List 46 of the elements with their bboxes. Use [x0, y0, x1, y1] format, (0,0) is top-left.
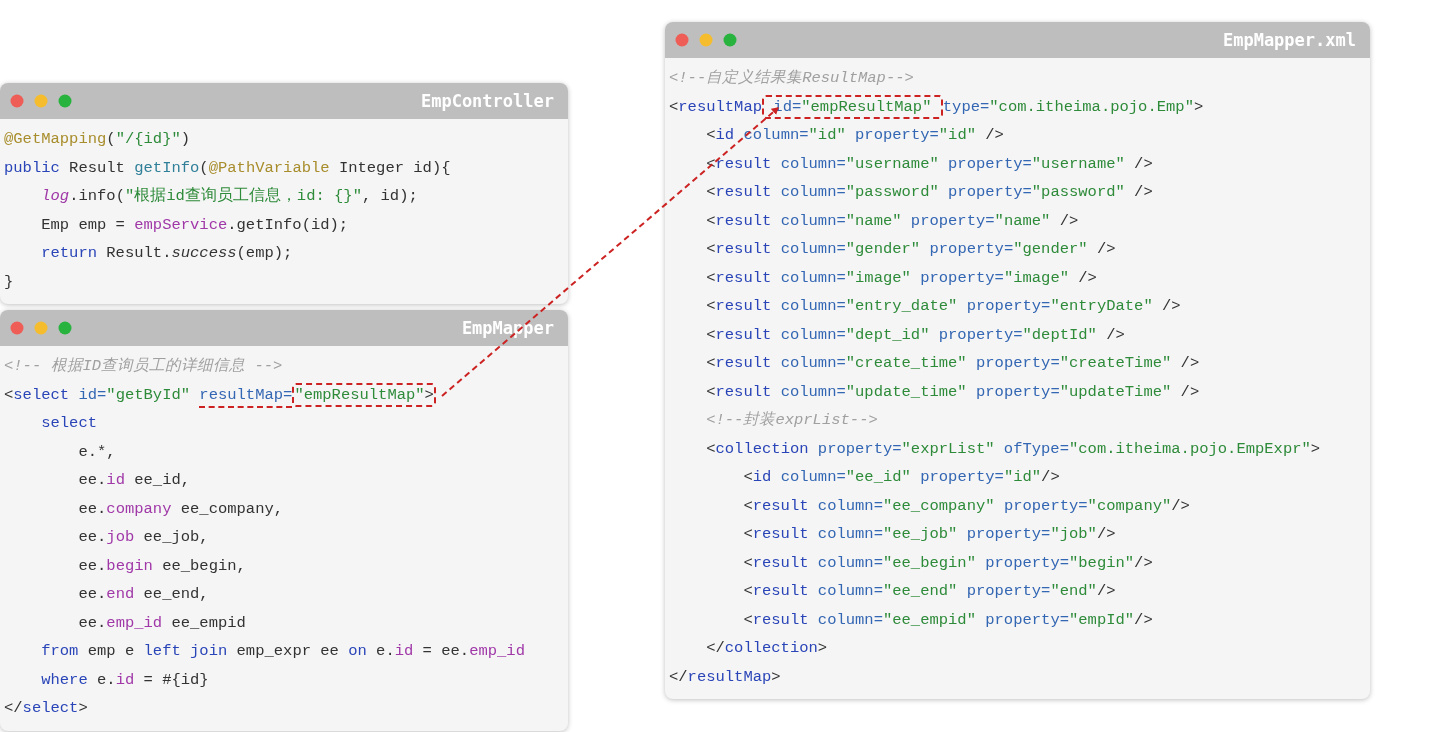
code-line: return Result.success(emp); [40, 243, 293, 264]
code-line: from emp e left join emp_expr ee on e.id = ee.emp_id [40, 641, 525, 662]
code-line: <result column="ee_end" property="end"/> [742, 581, 1116, 602]
code-line: <result column="password" property="password" /> [705, 182, 1153, 203]
code-line: <result column="create_time" property="createTime" /> [705, 353, 1200, 374]
window-title: EmpMapper.xml [1222, 30, 1356, 50]
code-line: <result column="update_time" property="updateTime" /> [705, 381, 1200, 403]
code-line: <result column="name" property="name" /> [705, 210, 1079, 232]
code-line: ee.end ee_end, [77, 584, 209, 605]
code-line: <result column="ee_company" property="company"/> [742, 495, 1190, 517]
code-line: ee.company ee_company, [77, 498, 284, 520]
code-line: ee.id ee_id, [77, 470, 191, 491]
code-line: <result column="ee_begin" property="begin"/> [742, 552, 1153, 574]
code-line: where e.id = #{id} [40, 669, 209, 691]
code-line: </select> [4, 698, 88, 719]
code-line: <collection property="exprList" ofType="com.itheima.pojo.EmpExpr"> [705, 438, 1321, 460]
code-line: log.info("根据id查询员工信息，id: {}", id); [40, 186, 418, 207]
code-line: Emp emp = empService.getInfo(id); [40, 214, 349, 236]
window-title: EmpMapper [461, 318, 554, 338]
window-controls-icon[interactable] [10, 94, 74, 108]
code-line: <!-- 根据ID查询员工的详细信息 --> [4, 356, 283, 377]
code-line: <result column="dept_id" property="deptId" /> [705, 324, 1125, 346]
code-line: public Result getInfo(@PathVariable Integer id){ [4, 157, 451, 179]
code-line: <select id="getById" resultMap="empResultMap"> [4, 380, 436, 409]
code-line: ee.job ee_job, [77, 527, 209, 548]
code-line: <id column="ee_id" property="id"/> [742, 467, 1060, 488]
code-line: <!--封装exprList--> [705, 410, 878, 431]
code-line: </collection> [705, 638, 828, 659]
window-controls-icon[interactable] [675, 33, 739, 47]
code-line: <result column="image" property="image" /> [705, 267, 1097, 289]
code-line: <result column="entry_date" property="entryDate" /> [705, 296, 1181, 317]
code-line: } [4, 271, 14, 293]
code-line: @GetMapping("/{id}") [4, 129, 191, 150]
code-line: ee.emp_id ee_empid [77, 612, 246, 634]
code-line: <id column="id" property="id" /> [705, 125, 1004, 146]
code-line: <result column="ee_empid" property="empId"/> [742, 609, 1153, 631]
code-line: <result column="gender" property="gender" /> [705, 239, 1116, 260]
code-line: <result column="ee_job" property="job"/> [742, 524, 1116, 545]
code-line: e.*, [77, 441, 116, 463]
code-line: <resultMap id="empResultMap" type="com.itheima.pojo.Emp"> [669, 92, 1204, 121]
code-line: </resultMap> [669, 666, 781, 688]
code-line: <!--自定义结果集ResultMap--> [669, 68, 914, 89]
window-controls-icon[interactable] [10, 321, 74, 335]
window-title: EmpController [420, 91, 554, 111]
code-line: select [40, 413, 97, 434]
code-line: ee.begin ee_begin, [77, 555, 246, 577]
